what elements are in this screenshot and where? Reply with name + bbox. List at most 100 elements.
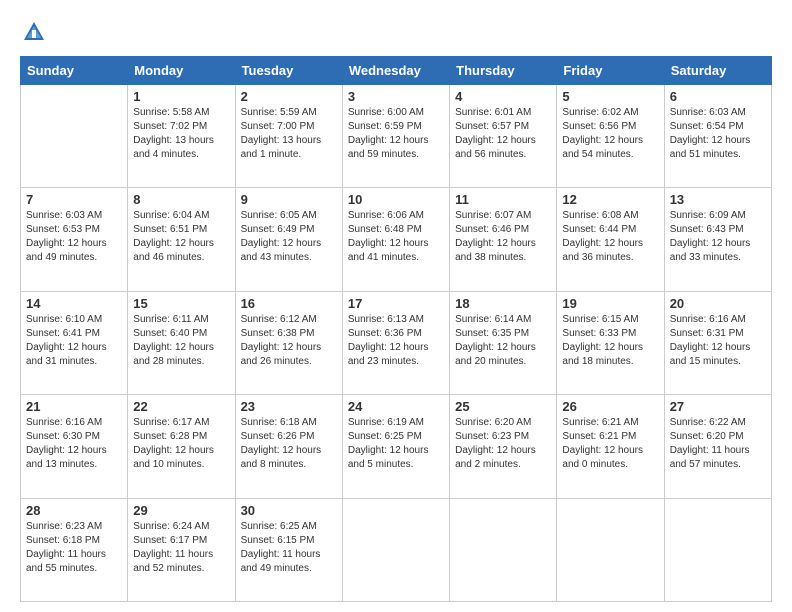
day-header-saturday: Saturday — [664, 57, 771, 85]
day-info: Sunrise: 6:04 AM Sunset: 6:51 PM Dayligh… — [133, 209, 229, 265]
day-info: Sunrise: 6:10 AM Sunset: 6:41 PM Dayligh… — [26, 313, 122, 369]
calendar-cell: 9Sunrise: 6:05 AM Sunset: 6:49 PM Daylig… — [235, 188, 342, 291]
day-info: Sunrise: 6:17 AM Sunset: 6:28 PM Dayligh… — [133, 416, 229, 472]
day-info: Sunrise: 6:13 AM Sunset: 6:36 PM Dayligh… — [348, 313, 444, 369]
day-number: 26 — [562, 399, 658, 414]
day-info: Sunrise: 6:16 AM Sunset: 6:30 PM Dayligh… — [26, 416, 122, 472]
calendar-header: SundayMondayTuesdayWednesdayThursdayFrid… — [21, 57, 772, 85]
day-number: 3 — [348, 89, 444, 104]
day-header-tuesday: Tuesday — [235, 57, 342, 85]
calendar-cell: 22 Sunrise: 6:17 AM Sunset: 6:28 PM Dayli… — [128, 395, 235, 498]
calendar-cell: 1 Sunrise: 5:58 AM Sunset: 7:02 PM Daylig… — [128, 85, 235, 188]
calendar-cell: 29Sunrise: 6:24 AM Sunset: 6:17 PM Dayli… — [128, 498, 235, 601]
calendar-cell: 20Sunrise: 6:16 AM Sunset: 6:31 PM Dayli… — [664, 291, 771, 394]
day-info: Sunrise: 6:23 AM Sunset: 6:18 PM Dayligh… — [26, 520, 122, 576]
day-number: 27 — [670, 399, 766, 414]
calendar-table: SundayMondayTuesdayWednesdayThursdayFrid… — [20, 56, 772, 602]
calendar-cell: 14 Sunrise: 6:10 AM Sunset: 6:41 PM Dayli… — [21, 291, 128, 394]
day-number: 7 — [26, 192, 122, 207]
day-info: Sunrise: 6:21 AM Sunset: 6:21 PM Dayligh… — [562, 416, 658, 472]
day-number: 17 — [348, 296, 444, 311]
day-header-monday: Monday — [128, 57, 235, 85]
calendar-cell: 4 Sunrise: 6:01 AM Sunset: 6:57 PM Daylig… — [450, 85, 557, 188]
day-number: 8 — [133, 192, 229, 207]
day-info: Sunrise: 6:19 AM Sunset: 6:25 PM Dayligh… — [348, 416, 444, 472]
day-number: 14 — [26, 296, 122, 311]
logo-icon — [20, 18, 48, 46]
logo — [20, 18, 52, 46]
calendar-cell: 17 Sunrise: 6:13 AM Sunset: 6:36 PM Dayli… — [342, 291, 449, 394]
day-number: 5 — [562, 89, 658, 104]
day-number: 1 — [133, 89, 229, 104]
day-info: Sunrise: 6:01 AM Sunset: 6:57 PM Dayligh… — [455, 106, 551, 162]
calendar-cell — [664, 498, 771, 601]
calendar-cell: 24 Sunrise: 6:19 AM Sunset: 6:25 PM Dayli… — [342, 395, 449, 498]
day-header-friday: Friday — [557, 57, 664, 85]
day-info: Sunrise: 6:06 AM Sunset: 6:48 PM Dayligh… — [348, 209, 444, 265]
calendar-cell: 27Sunrise: 6:22 AM Sunset: 6:20 PM Dayli… — [664, 395, 771, 498]
day-number: 16 — [241, 296, 337, 311]
calendar-cell — [450, 498, 557, 601]
day-info: Sunrise: 6:00 AM Sunset: 6:59 PM Dayligh… — [348, 106, 444, 162]
calendar-cell: 26 Sunrise: 6:21 AM Sunset: 6:21 PM Dayli… — [557, 395, 664, 498]
page: SundayMondayTuesdayWednesdayThursdayFrid… — [0, 0, 792, 612]
calendar-body: 1 Sunrise: 5:58 AM Sunset: 7:02 PM Daylig… — [21, 85, 772, 602]
calendar-cell: 15Sunrise: 6:11 AM Sunset: 6:40 PM Dayli… — [128, 291, 235, 394]
calendar-cell — [557, 498, 664, 601]
calendar-cell: 30 Sunrise: 6:25 AM Sunset: 6:15 PM Dayli… — [235, 498, 342, 601]
day-info: Sunrise: 6:08 AM Sunset: 6:44 PM Dayligh… — [562, 209, 658, 265]
day-number: 13 — [670, 192, 766, 207]
calendar-cell: 25 Sunrise: 6:20 AM Sunset: 6:23 PM Dayli… — [450, 395, 557, 498]
day-number: 25 — [455, 399, 551, 414]
day-info: Sunrise: 5:58 AM Sunset: 7:02 PM Dayligh… — [133, 106, 229, 162]
day-info: Sunrise: 6:25 AM Sunset: 6:15 PM Dayligh… — [241, 520, 337, 576]
day-number: 10 — [348, 192, 444, 207]
day-info: Sunrise: 6:09 AM Sunset: 6:43 PM Dayligh… — [670, 209, 766, 265]
day-number: 11 — [455, 192, 551, 207]
day-info: Sunrise: 6:03 AM Sunset: 6:54 PM Dayligh… — [670, 106, 766, 162]
day-header-wednesday: Wednesday — [342, 57, 449, 85]
calendar-cell: 19 Sunrise: 6:15 AM Sunset: 6:33 PM Dayli… — [557, 291, 664, 394]
day-number: 21 — [26, 399, 122, 414]
day-number: 19 — [562, 296, 658, 311]
day-header-thursday: Thursday — [450, 57, 557, 85]
week-row-3: 14 Sunrise: 6:10 AM Sunset: 6:41 PM Dayli… — [21, 291, 772, 394]
day-info: Sunrise: 6:02 AM Sunset: 6:56 PM Dayligh… — [562, 106, 658, 162]
calendar-cell: 3 Sunrise: 6:00 AM Sunset: 6:59 PM Daylig… — [342, 85, 449, 188]
day-number: 30 — [241, 503, 337, 518]
calendar-cell: 13 Sunrise: 6:09 AM Sunset: 6:43 PM Dayli… — [664, 188, 771, 291]
calendar-cell: 5 Sunrise: 6:02 AM Sunset: 6:56 PM Daylig… — [557, 85, 664, 188]
calendar-cell: 2Sunrise: 5:59 AM Sunset: 7:00 PM Daylig… — [235, 85, 342, 188]
days-of-week-row: SundayMondayTuesdayWednesdayThursdayFrid… — [21, 57, 772, 85]
day-info: Sunrise: 6:20 AM Sunset: 6:23 PM Dayligh… — [455, 416, 551, 472]
day-info: Sunrise: 6:07 AM Sunset: 6:46 PM Dayligh… — [455, 209, 551, 265]
calendar-cell: 23Sunrise: 6:18 AM Sunset: 6:26 PM Dayli… — [235, 395, 342, 498]
day-number: 22 — [133, 399, 229, 414]
day-number: 2 — [241, 89, 337, 104]
day-number: 15 — [133, 296, 229, 311]
day-number: 18 — [455, 296, 551, 311]
day-number: 12 — [562, 192, 658, 207]
calendar-cell: 18 Sunrise: 6:14 AM Sunset: 6:35 PM Dayli… — [450, 291, 557, 394]
calendar-cell: 7 Sunrise: 6:03 AM Sunset: 6:53 PM Daylig… — [21, 188, 128, 291]
day-info: Sunrise: 6:18 AM Sunset: 6:26 PM Dayligh… — [241, 416, 337, 472]
header — [20, 18, 772, 46]
day-info: Sunrise: 6:16 AM Sunset: 6:31 PM Dayligh… — [670, 313, 766, 369]
week-row-2: 7 Sunrise: 6:03 AM Sunset: 6:53 PM Daylig… — [21, 188, 772, 291]
calendar-cell: 12 Sunrise: 6:08 AM Sunset: 6:44 PM Dayli… — [557, 188, 664, 291]
day-header-sunday: Sunday — [21, 57, 128, 85]
day-number: 24 — [348, 399, 444, 414]
calendar-cell: 6Sunrise: 6:03 AM Sunset: 6:54 PM Daylig… — [664, 85, 771, 188]
day-info: Sunrise: 6:12 AM Sunset: 6:38 PM Dayligh… — [241, 313, 337, 369]
calendar-cell: 10 Sunrise: 6:06 AM Sunset: 6:48 PM Dayli… — [342, 188, 449, 291]
day-info: Sunrise: 6:03 AM Sunset: 6:53 PM Dayligh… — [26, 209, 122, 265]
calendar-cell — [342, 498, 449, 601]
week-row-1: 1 Sunrise: 5:58 AM Sunset: 7:02 PM Daylig… — [21, 85, 772, 188]
day-info: Sunrise: 6:15 AM Sunset: 6:33 PM Dayligh… — [562, 313, 658, 369]
calendar-cell: 28 Sunrise: 6:23 AM Sunset: 6:18 PM Dayli… — [21, 498, 128, 601]
day-number: 28 — [26, 503, 122, 518]
week-row-5: 28 Sunrise: 6:23 AM Sunset: 6:18 PM Dayli… — [21, 498, 772, 601]
day-info: Sunrise: 6:14 AM Sunset: 6:35 PM Dayligh… — [455, 313, 551, 369]
day-info: Sunrise: 6:05 AM Sunset: 6:49 PM Dayligh… — [241, 209, 337, 265]
day-number: 4 — [455, 89, 551, 104]
